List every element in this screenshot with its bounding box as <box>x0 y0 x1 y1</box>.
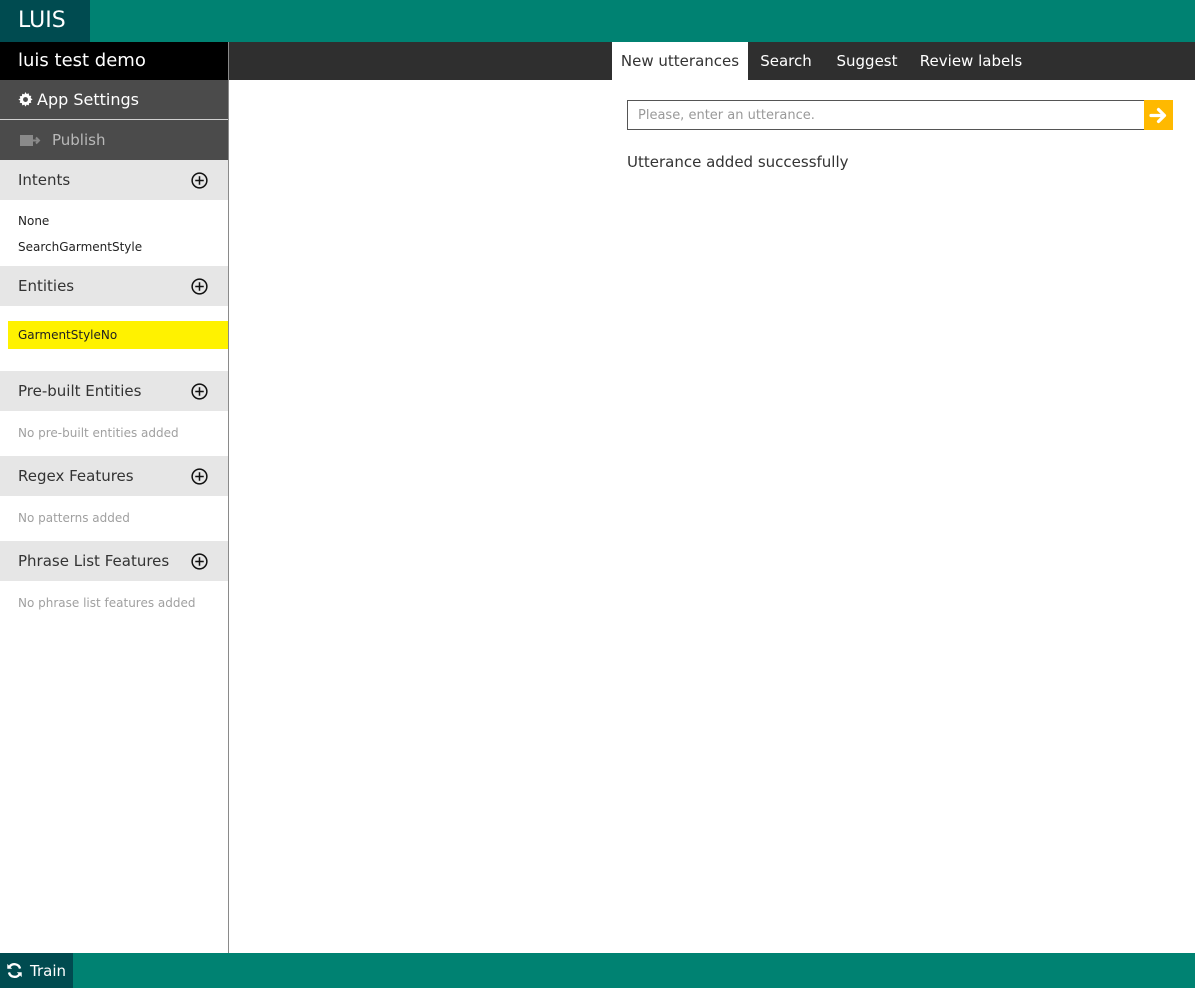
train-label: Train <box>30 961 66 980</box>
utterance-input[interactable] <box>627 100 1145 130</box>
entities-title: Entities <box>18 277 75 295</box>
submit-utterance-button[interactable] <box>1144 100 1173 130</box>
app-settings-label: App Settings <box>37 90 139 109</box>
publish-icon <box>20 134 41 146</box>
phrase-header: Phrase List Features <box>0 541 228 581</box>
prebuilt-empty: No pre-built entities added <box>18 426 179 440</box>
add-regex-icon[interactable] <box>191 467 208 485</box>
tab-new-utterances[interactable]: New utterances <box>612 42 748 80</box>
regex-header: Regex Features <box>0 456 228 496</box>
add-entity-icon[interactable] <box>191 277 208 295</box>
phrase-empty: No phrase list features added <box>18 596 196 610</box>
sidebar: luis test demo App Settings Publish Inte… <box>0 42 229 953</box>
arrow-right-icon <box>1149 107 1167 123</box>
train-button[interactable]: Train <box>0 953 73 988</box>
publish-label: Publish <box>52 131 106 149</box>
intents-list: None SearchGarmentStyle <box>0 200 228 266</box>
entities-header: Entities <box>0 266 228 306</box>
top-bar: LUIS <box>0 0 1195 42</box>
refresh-icon <box>7 963 22 978</box>
phrase-title: Phrase List Features <box>18 552 170 570</box>
tab-bar: New utterances Search Suggest Review lab… <box>229 42 1195 80</box>
intent-item-search-garment-style[interactable]: SearchGarmentStyle <box>0 234 228 260</box>
entities-list: GarmentStyleNo <box>0 306 228 371</box>
tab-search[interactable]: Search <box>748 42 824 80</box>
add-prebuilt-icon[interactable] <box>191 382 208 400</box>
entity-item-garment-style-no[interactable]: GarmentStyleNo <box>8 321 228 349</box>
add-intent-icon[interactable] <box>191 171 208 189</box>
add-phrase-icon[interactable] <box>191 552 208 570</box>
bottom-bar: Train <box>0 953 1195 988</box>
tab-suggest[interactable]: Suggest <box>824 42 910 80</box>
publish-button[interactable]: Publish <box>0 120 228 160</box>
tab-review-labels[interactable]: Review labels <box>910 42 1032 80</box>
regex-title: Regex Features <box>18 467 134 485</box>
prebuilt-title: Pre-built Entities <box>18 382 142 400</box>
prebuilt-header: Pre-built Entities <box>0 371 228 411</box>
intents-header: Intents <box>0 160 228 200</box>
app-name: luis test demo <box>0 42 228 80</box>
app-settings-button[interactable]: App Settings <box>0 80 228 120</box>
regex-empty: No patterns added <box>18 511 130 525</box>
intents-title: Intents <box>18 171 71 189</box>
gear-icon <box>18 92 33 107</box>
app-logo[interactable]: LUIS <box>0 0 90 42</box>
status-message: Utterance added successfully <box>627 153 849 171</box>
utterance-form <box>627 100 1173 130</box>
intent-item-none[interactable]: None <box>0 208 228 234</box>
